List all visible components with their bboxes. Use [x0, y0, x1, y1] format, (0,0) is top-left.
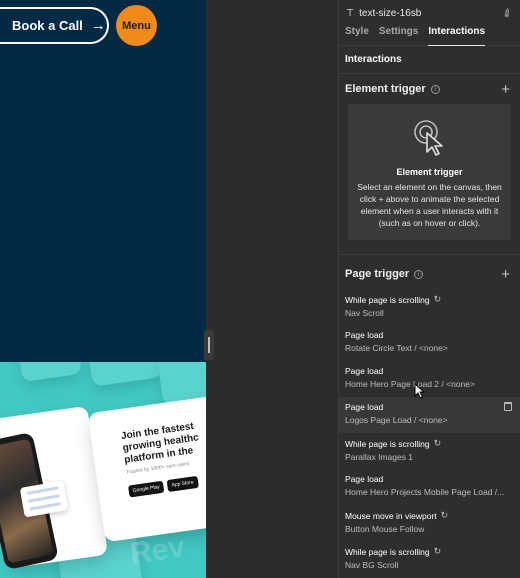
add-element-trigger-button[interactable]: + — [501, 81, 510, 98]
trigger-animation: Parallax Images 1 — [345, 452, 414, 462]
page-trigger-item[interactable]: Page load Home Hero Page Load 2 / <none> — [339, 361, 520, 397]
trigger-event: While page is scrolling — [345, 294, 430, 305]
element-trigger-empty-state: Element trigger Select an element on the… — [348, 104, 511, 240]
element-trigger-description: Select an element on the canvas, then cl… — [357, 182, 502, 228]
section-divider — [339, 254, 520, 255]
trigger-event: Page load — [345, 366, 384, 376]
page-trigger-item[interactable]: Page load Home Hero Projects Mobile Page… — [339, 469, 520, 505]
trigger-event: Page load — [345, 330, 384, 340]
element-trigger-box-title: Element trigger — [396, 167, 463, 177]
cursor-click-icon — [413, 120, 443, 156]
text-element-icon: T — [347, 7, 354, 19]
canvas-gutter — [206, 0, 338, 578]
mouse-pointer-icon — [414, 383, 426, 399]
trigger-animation: Button Mouse Follow — [345, 524, 425, 534]
brand-watermark: Rev — [127, 530, 188, 571]
element-trigger-title: Element trigger — [345, 83, 426, 95]
trigger-animation: Nav BG Scroll — [345, 560, 399, 570]
tab-interactions[interactable]: Interactions — [428, 26, 486, 46]
page-trigger-item[interactable]: While page is scrolling ↻ Nav Scroll — [339, 289, 520, 325]
trigger-event: Page load — [345, 402, 384, 412]
hero-image: Join the fastest growing healthc platfor… — [0, 362, 206, 578]
trigger-event: While page is scrolling — [345, 546, 430, 557]
book-a-call-button[interactable]: Book a Call → — [0, 7, 109, 44]
tab-settings[interactable]: Settings — [379, 26, 418, 46]
loop-icon: ↻ — [433, 546, 442, 556]
pin-icon[interactable]: ✐ — [500, 5, 514, 21]
loop-icon: ↻ — [440, 510, 449, 520]
app-store-badge: App Store — [166, 475, 199, 493]
add-page-trigger-button[interactable]: + — [501, 266, 510, 283]
selected-element-header: T text-size-16sb ✐ — [339, 0, 520, 26]
selected-element-name: text-size-16sb — [359, 7, 422, 19]
trigger-animation: Home Hero Projects Mobile Page Load /... — [345, 487, 505, 497]
interactions-panel: T text-size-16sb ✐ Style Settings Intera… — [338, 0, 520, 578]
page-trigger-header: Page trigger i + — [339, 259, 520, 289]
info-icon[interactable]: i — [430, 84, 440, 94]
info-icon[interactable]: i — [414, 269, 424, 279]
trigger-animation: Logos Page Load / <none> — [345, 415, 448, 425]
book-a-call-label: Book a Call — [12, 18, 83, 33]
page-trigger-item[interactable]: Page load Rotate Circle Text / <none> — [339, 325, 520, 361]
trigger-animation: Home Hero Page Load 2 / <none> — [345, 379, 475, 389]
background-tile — [87, 362, 163, 387]
page-trigger-list: While page is scrolling ↻ Nav Scroll Page… — [339, 289, 520, 577]
trash-icon[interactable] — [504, 402, 512, 411]
page-trigger-item[interactable]: Mouse move in viewport ↻ Button Mouse Fol… — [339, 505, 520, 541]
element-trigger-header: Element trigger i + — [339, 74, 520, 104]
trigger-animation: Nav Scroll — [345, 308, 384, 318]
trigger-event: Mouse move in viewport — [345, 510, 437, 521]
page-trigger-title: Page trigger — [345, 268, 410, 280]
tab-style[interactable]: Style — [345, 26, 369, 46]
google-play-badge: Google Play — [128, 480, 165, 498]
trigger-animation: Rotate Circle Text / <none> — [345, 343, 448, 353]
interactions-section-title: Interactions — [339, 46, 520, 74]
trigger-event: While page is scrolling — [345, 438, 430, 449]
canvas-resize-handle[interactable] — [204, 330, 214, 360]
arrow-right-icon: → — [90, 17, 106, 34]
trigger-event: Page load — [345, 474, 384, 484]
menu-button[interactable]: Menu — [116, 5, 157, 46]
menu-label: Menu — [122, 19, 151, 32]
loop-icon: ↻ — [433, 438, 442, 448]
page-trigger-item[interactable]: While page is scrolling ↻ Parallax Images… — [339, 433, 520, 469]
panel-tabs: Style Settings Interactions — [339, 26, 520, 46]
loop-icon: ↻ — [433, 294, 442, 304]
design-canvas[interactable]: Book a Call → Menu Join the fastest grow… — [0, 0, 206, 578]
page-trigger-item-hovered[interactable]: Page load Logos Page Load / <none> — [339, 397, 520, 433]
page-trigger-item[interactable]: While page is scrolling ↻ Nav BG Scroll — [339, 541, 520, 577]
background-tile — [17, 362, 83, 383]
site-nav: Book a Call → Menu — [0, 0, 206, 52]
promo-card: Join the fastest growing healthc platfor… — [87, 395, 206, 543]
